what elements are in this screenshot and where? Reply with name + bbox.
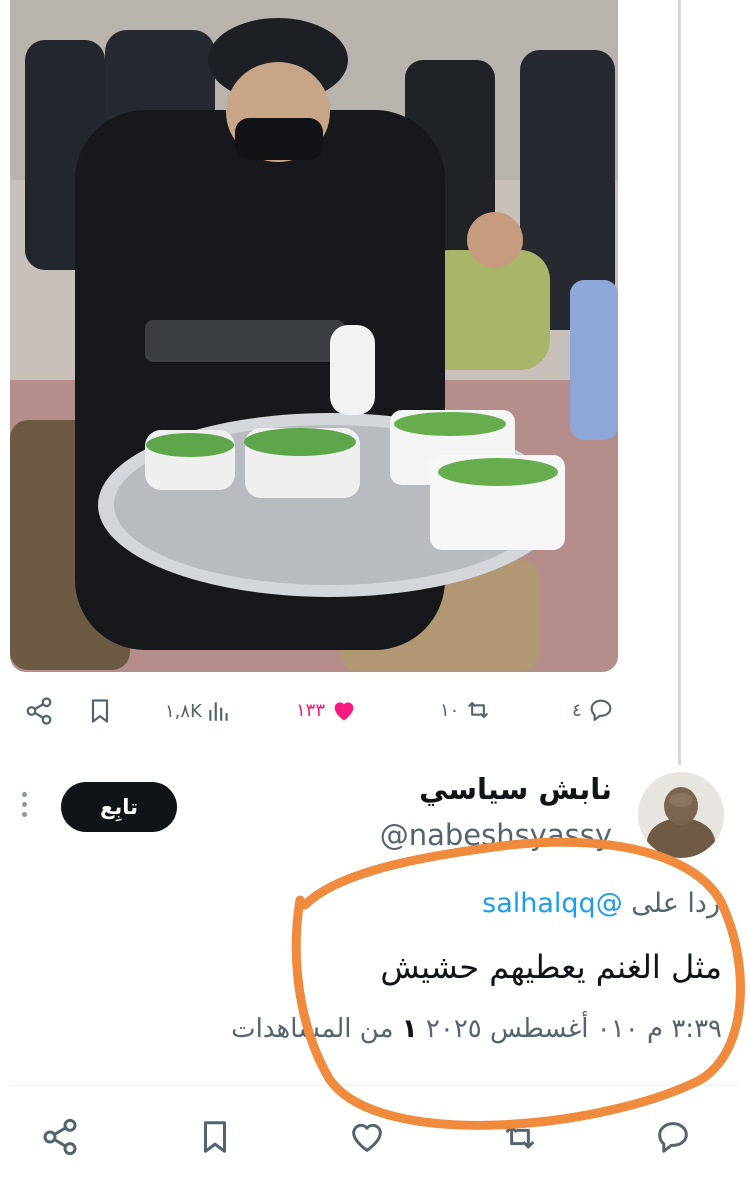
views-total: ١ bbox=[401, 1014, 418, 1044]
thread-connector-line bbox=[678, 0, 681, 765]
reply-icon bbox=[590, 699, 612, 721]
post-photo[interactable] bbox=[10, 0, 618, 672]
views-icon bbox=[209, 702, 228, 721]
retweet-icon bbox=[468, 701, 489, 719]
share-icon bbox=[26, 697, 52, 725]
tweet-text: مثل الغنم يعطيهم حشيش bbox=[380, 948, 722, 986]
mention-link[interactable]: @salhalqq bbox=[482, 888, 623, 919]
replying-to: ردا على @salhalqq bbox=[482, 888, 720, 919]
divider bbox=[10, 1085, 740, 1086]
retweet-icon bbox=[505, 1125, 535, 1149]
views-count: ١,٨K bbox=[165, 700, 202, 722]
share-button[interactable] bbox=[24, 696, 54, 726]
more-dot-icon bbox=[22, 792, 27, 797]
bookmark-button[interactable] bbox=[196, 1117, 234, 1157]
more-options-button[interactable] bbox=[22, 792, 28, 822]
more-dot-icon bbox=[22, 812, 27, 817]
bookmark-button[interactable] bbox=[86, 696, 114, 726]
bookmark-icon bbox=[91, 699, 109, 723]
photo-illustration bbox=[10, 0, 618, 672]
like-button[interactable] bbox=[346, 1117, 388, 1157]
replying-to-prefix: ردا على bbox=[631, 888, 720, 919]
tweet-date[interactable]: ٠١٠ أغسطس ٢٠٢٥ bbox=[426, 1014, 639, 1044]
reply-button[interactable] bbox=[652, 1117, 694, 1157]
like-button[interactable]: ١٣٣ bbox=[296, 696, 359, 724]
display-name[interactable]: نابش سياسي bbox=[419, 772, 612, 806]
avatar[interactable] bbox=[638, 772, 724, 858]
user-handle[interactable]: @nabeshsyassy bbox=[380, 818, 612, 852]
heart-icon bbox=[334, 702, 354, 721]
share-button[interactable] bbox=[40, 1117, 80, 1157]
reply-action-bar bbox=[0, 1115, 750, 1159]
post-action-bar: ١,٨K ١٣٣ ١٠ ٤ bbox=[0, 690, 640, 730]
reply-count: ٤ bbox=[572, 699, 582, 721]
reply-button[interactable]: ٤ bbox=[572, 696, 616, 724]
retweet-button[interactable] bbox=[498, 1117, 542, 1157]
tweet-time[interactable]: ٣:٣٩ م bbox=[647, 1014, 722, 1044]
reply-icon bbox=[658, 1122, 688, 1153]
tweet-metadata: ٣:٣٩ م ٠١٠ أغسطس ٢٠٢٥ ١ من المشاهدات bbox=[231, 1014, 722, 1044]
bookmark-icon bbox=[203, 1121, 227, 1153]
retweet-button[interactable]: ١٠ bbox=[440, 696, 493, 724]
follow-button[interactable]: تابِع bbox=[61, 782, 177, 832]
share-icon bbox=[43, 1118, 77, 1156]
more-dot-icon bbox=[22, 802, 27, 807]
retweet-count: ١٠ bbox=[440, 699, 460, 721]
views-label: من المشاهدات bbox=[231, 1014, 394, 1044]
like-count: ١٣٣ bbox=[296, 699, 326, 721]
heart-icon bbox=[352, 1123, 382, 1152]
avatar-image bbox=[638, 772, 724, 858]
views-button[interactable]: ١,٨K bbox=[165, 698, 232, 724]
